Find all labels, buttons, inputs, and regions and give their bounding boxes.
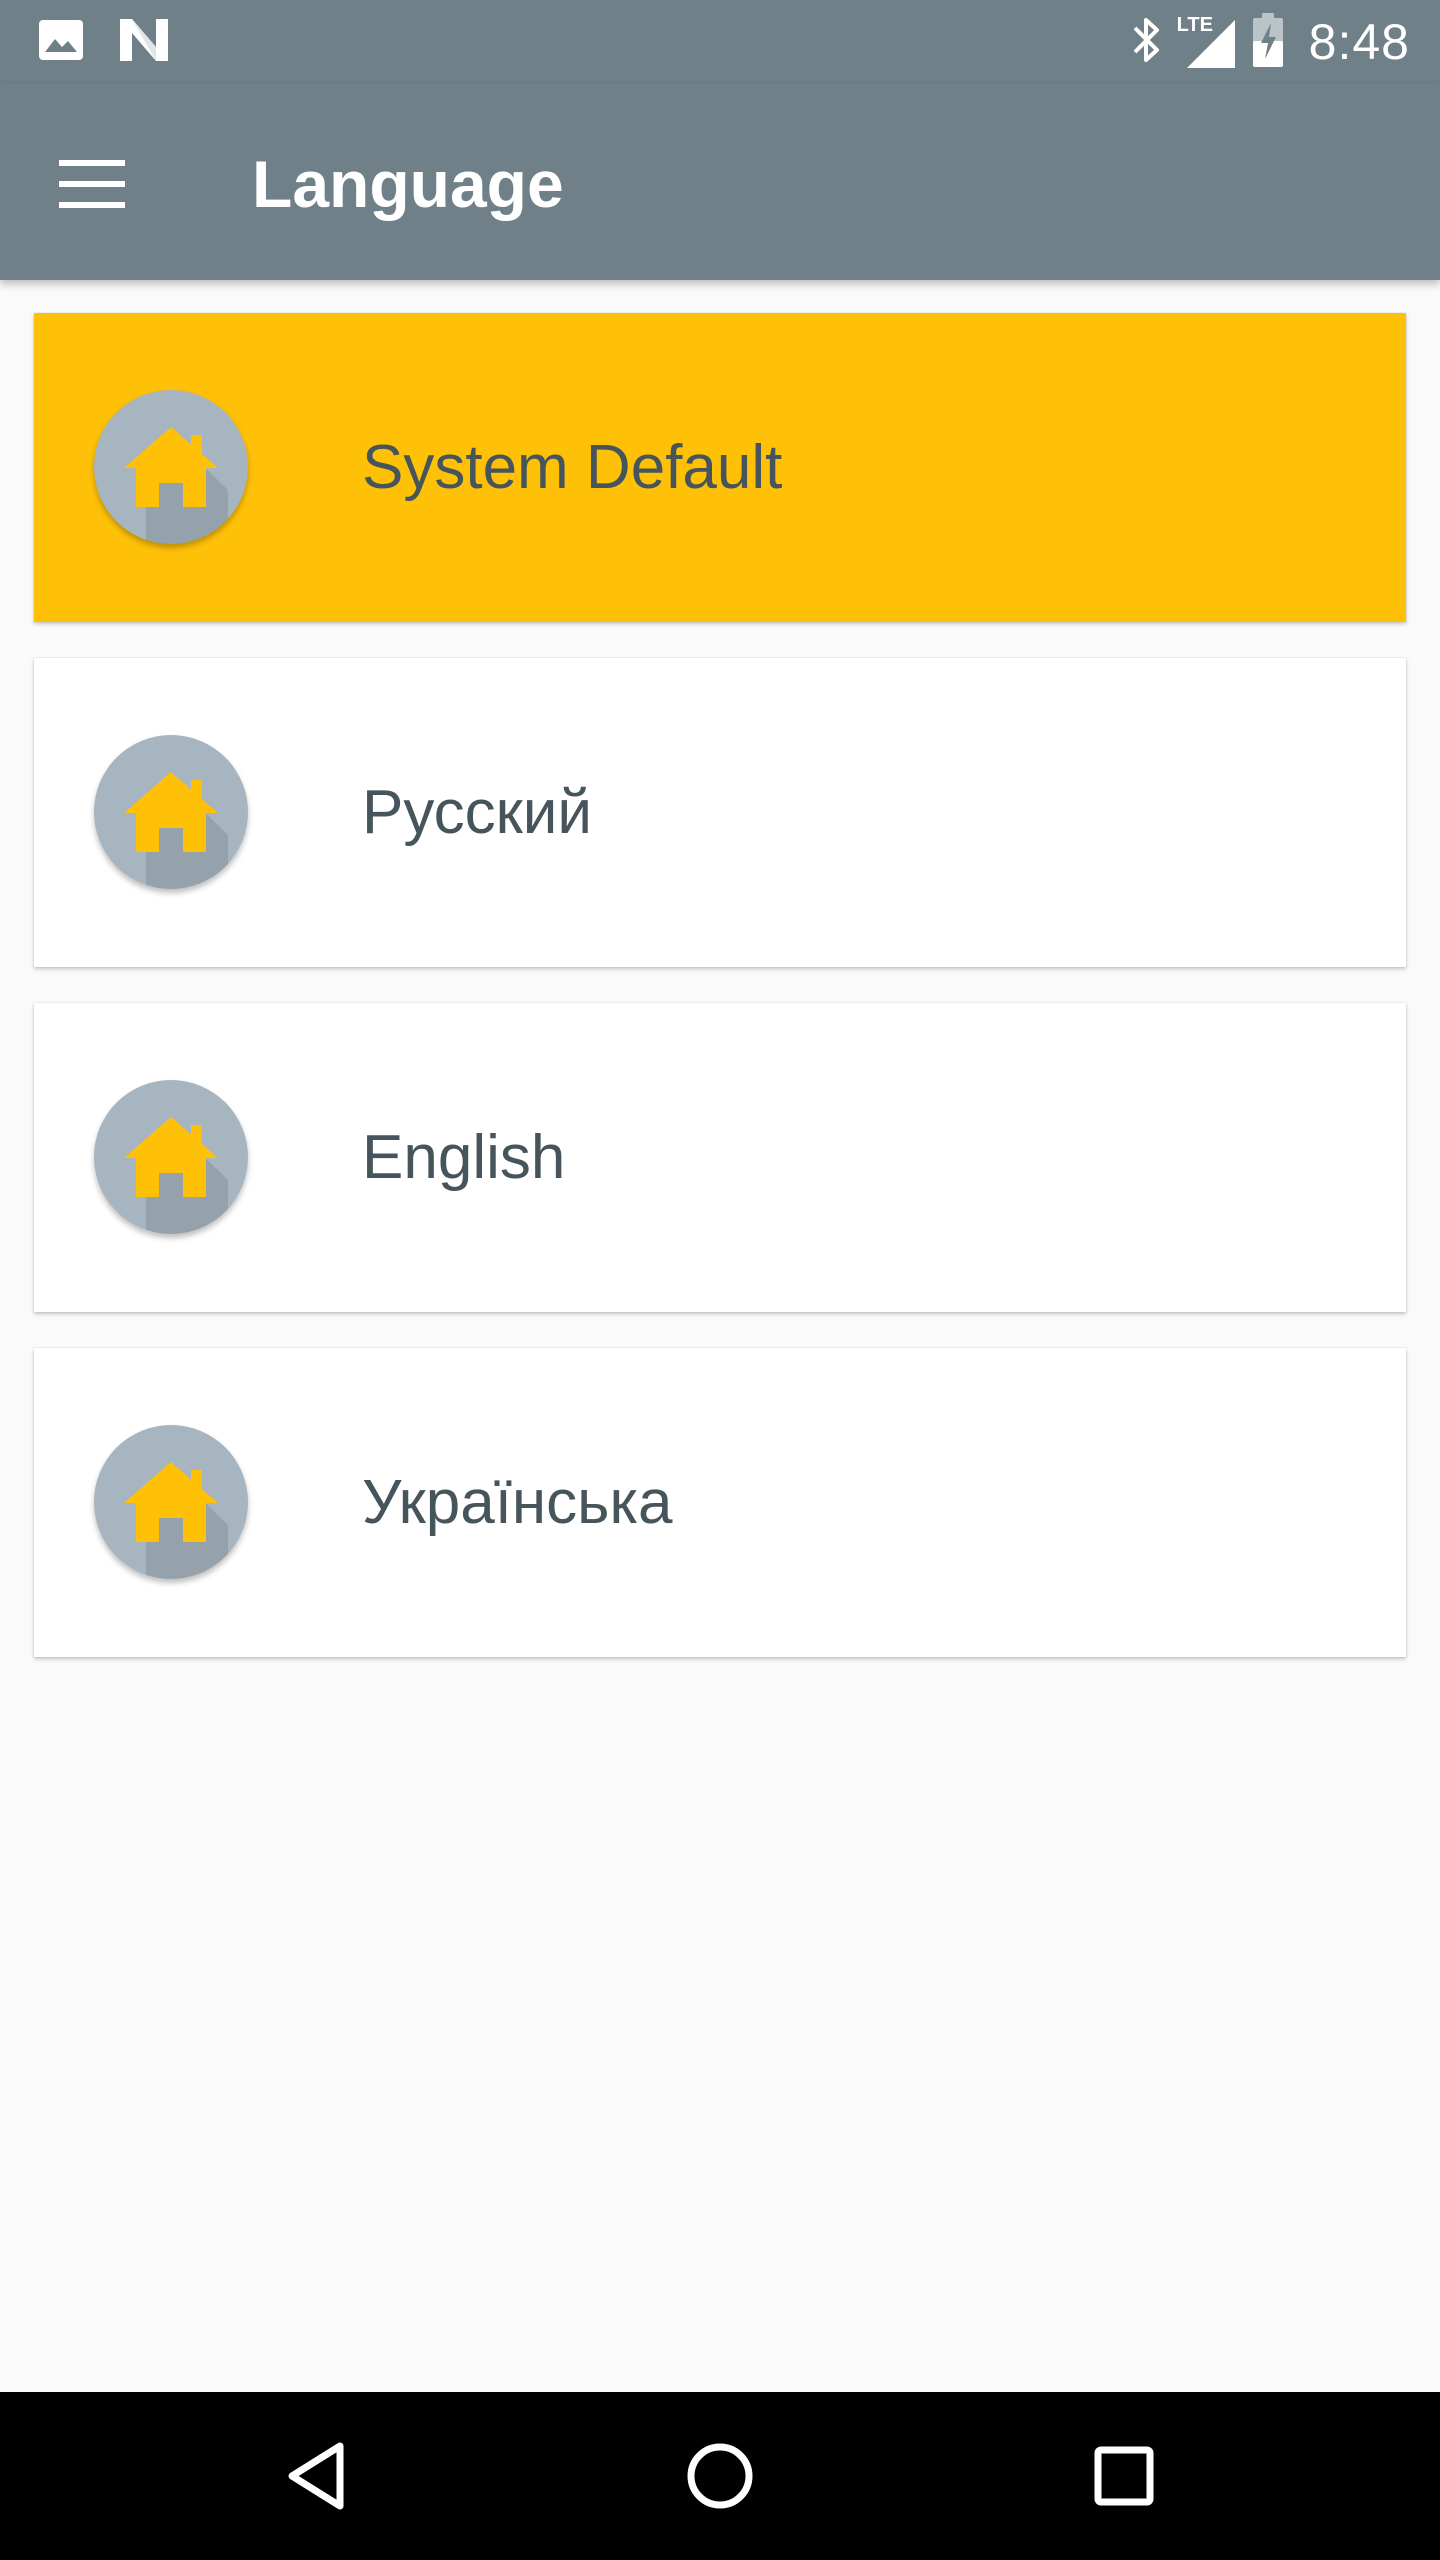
home-icon (94, 1080, 248, 1234)
home-nav-icon (687, 2443, 753, 2509)
image-notification-icon (38, 19, 84, 66)
back-button[interactable] (266, 2426, 366, 2526)
back-icon (288, 2442, 344, 2510)
clock: 8:48 (1308, 14, 1410, 70)
home-nav-button[interactable] (670, 2426, 770, 2526)
navigation-bar (0, 2392, 1440, 2560)
page-title: Language (252, 147, 564, 221)
lte-signal-icon: LTE (1177, 14, 1239, 70)
status-bar: LTE 8:48 (0, 0, 1440, 84)
n-notification-icon (118, 17, 170, 68)
language-screen: LTE 8:48 Language System Default Русский… (0, 0, 1440, 2560)
home-icon (94, 1425, 248, 1579)
language-label: Українська (362, 1468, 673, 1537)
language-item-english[interactable]: English (34, 1003, 1406, 1312)
home-icon (94, 735, 248, 889)
language-label: Русский (362, 778, 593, 847)
recents-button[interactable] (1074, 2426, 1174, 2526)
language-label: System Default (362, 433, 783, 502)
language-list: System Default Русский English Українськ… (34, 313, 1406, 1693)
battery-charging-icon (1252, 12, 1283, 72)
system-status-icons: LTE 8:48 (1115, 12, 1410, 72)
language-item-russian[interactable]: Русский (34, 658, 1406, 967)
bluetooth-icon (1129, 14, 1163, 71)
menu-button[interactable] (44, 136, 140, 232)
home-icon (94, 390, 248, 544)
language-label: English (362, 1123, 566, 1192)
language-item-system-default[interactable]: System Default (34, 313, 1406, 622)
language-item-ukrainian[interactable]: Українська (34, 1348, 1406, 1657)
hamburger-menu-icon (59, 160, 125, 208)
notification-icons (38, 18, 204, 66)
recents-icon (1094, 2446, 1154, 2506)
app-bar: Language (0, 84, 1440, 280)
